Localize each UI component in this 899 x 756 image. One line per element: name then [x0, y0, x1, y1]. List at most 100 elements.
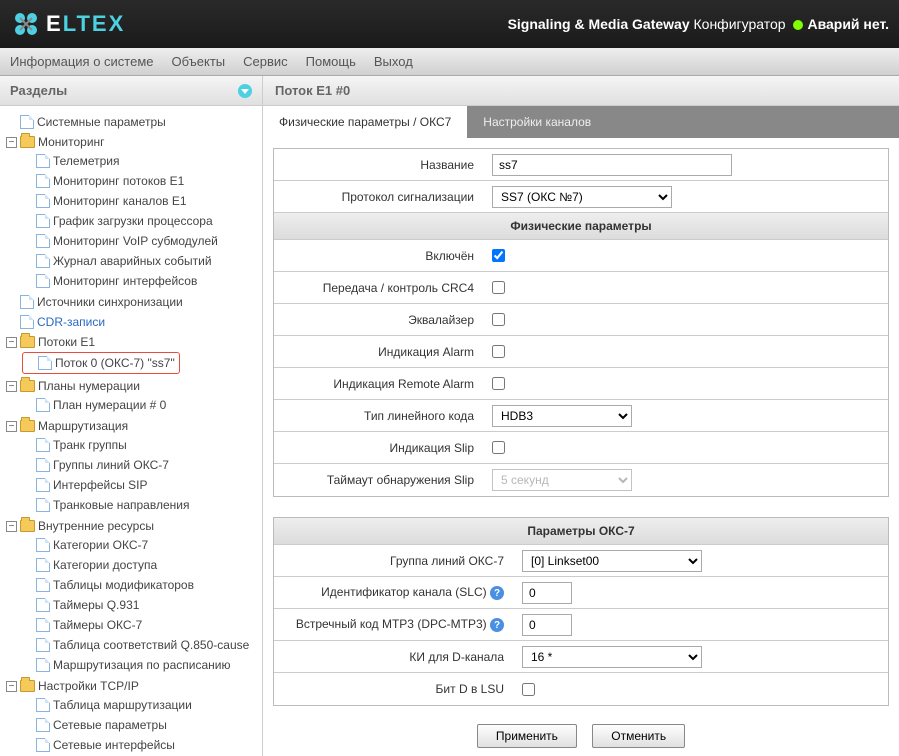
tab-physical[interactable]: Физические параметры / ОКС7 [263, 106, 467, 138]
folder-icon [20, 520, 35, 532]
select-protocol[interactable]: SS7 (ОКС №7) [492, 186, 672, 208]
collapse-toggle-icon[interactable]: − [6, 681, 17, 692]
button-row: Применить Отменить [263, 716, 899, 756]
product-subtitle: Конфигуратор [690, 16, 790, 32]
tab-channels[interactable]: Настройки каналов [467, 106, 607, 138]
tree-trunk-groups[interactable]: Транк группы [22, 436, 258, 454]
tree-voip-mon[interactable]: Мониторинг VoIP субмодулей [22, 232, 258, 250]
cancel-button[interactable]: Отменить [592, 724, 685, 748]
file-icon [36, 598, 50, 612]
menubar: Информация о системе Объекты Сервис Помо… [0, 48, 899, 76]
file-icon [36, 398, 50, 412]
tree-internal-res[interactable]: −Внутренние ресурсы [6, 517, 258, 535]
menu-help[interactable]: Помощь [306, 54, 356, 69]
checkbox-bit-d[interactable] [522, 683, 535, 696]
tree-cpu-chart[interactable]: График загрузки процессора [22, 212, 258, 230]
tree-trunk-dirs[interactable]: Транковые направления [22, 496, 258, 514]
tree-net-ifaces[interactable]: Сетевые интерфейсы [22, 736, 258, 754]
tree-sync-sources[interactable]: Источники синхронизации [6, 293, 258, 311]
status-text: Аварий нет. [807, 16, 889, 32]
tree-oks7-timers[interactable]: Таймеры ОКС-7 [22, 616, 258, 634]
file-icon [36, 438, 50, 452]
file-icon [36, 578, 50, 592]
file-icon [36, 154, 50, 168]
tree-access-cat[interactable]: Категории доступа [22, 556, 258, 574]
tree-iface-mon[interactable]: Мониторинг интерфейсов [22, 272, 258, 290]
label-slc: Идентификатор канала (SLC) ? [274, 579, 514, 607]
general-panel: Название Протокол сигнализации SS7 (ОКС … [273, 148, 889, 497]
select-linecode[interactable]: HDB3 [492, 405, 632, 427]
file-icon [36, 458, 50, 472]
collapse-toggle-icon[interactable]: − [6, 337, 17, 348]
file-icon [36, 214, 50, 228]
logo-text-ltex: LTEX [63, 11, 126, 36]
collapse-icon[interactable] [238, 84, 252, 98]
help-icon[interactable]: ? [490, 618, 504, 632]
section-oks7: Параметры ОКС-7 [274, 518, 888, 545]
tree-dial-plan-0[interactable]: План нумерации # 0 [22, 396, 258, 414]
input-name[interactable] [492, 154, 732, 176]
tree-sip-ifaces[interactable]: Интерфейсы SIP [22, 476, 258, 494]
tree-alarm-log[interactable]: Журнал аварийных событий [22, 252, 258, 270]
tree-route-table[interactable]: Таблица маршрутизации [22, 696, 258, 714]
tree-oks7-linksets[interactable]: Группы линий ОКС-7 [22, 456, 258, 474]
tree-monitoring[interactable]: −Мониторинг [6, 133, 258, 151]
sidebar: Разделы Системные параметры − Мониторинг … [0, 76, 263, 756]
file-icon [36, 174, 50, 188]
file-icon [36, 234, 50, 248]
file-icon [36, 254, 50, 268]
section-physical: Физические параметры [274, 213, 888, 240]
file-icon [36, 698, 50, 712]
sidebar-title: Разделы [10, 83, 67, 98]
checkbox-equalizer[interactable] [492, 313, 505, 326]
collapse-toggle-icon[interactable]: − [6, 137, 17, 148]
input-dpc[interactable] [522, 614, 572, 636]
menu-info[interactable]: Информация о системе [10, 54, 154, 69]
tree-mod-tables[interactable]: Таблицы модификаторов [22, 576, 258, 594]
logo: ELTEX [10, 8, 125, 40]
checkbox-slip[interactable] [492, 441, 505, 454]
file-icon [38, 356, 52, 370]
tree-routing[interactable]: −Маршрутизация [6, 417, 258, 435]
select-d-channel[interactable]: 16 * [522, 646, 702, 668]
label-enabled: Включён [274, 243, 484, 269]
menu-objects[interactable]: Объекты [172, 54, 226, 69]
tree-telemetry[interactable]: Телеметрия [22, 152, 258, 170]
file-icon [36, 658, 50, 672]
select-slip-timeout: 5 секунд [492, 469, 632, 491]
tree-e1-stream-0[interactable]: Поток 0 (ОКС-7) "ss7" [22, 352, 180, 374]
collapse-toggle-icon[interactable]: − [6, 521, 17, 532]
tree-net-params[interactable]: Сетевые параметры [22, 716, 258, 734]
tree-tcpip[interactable]: −Настройки TCP/IP [6, 677, 258, 695]
help-icon[interactable]: ? [490, 586, 504, 600]
label-dpc: Встречный код MTP3 (DPC-MTP3) ? [274, 611, 514, 639]
checkbox-remote-alarm[interactable] [492, 377, 505, 390]
label-slip: Индикация Slip [274, 435, 484, 461]
tree-dial-plans[interactable]: −Планы нумерации [6, 377, 258, 395]
tree-q931-timers[interactable]: Таймеры Q.931 [22, 596, 258, 614]
tree-mon-e1-channels[interactable]: Мониторинг каналов E1 [22, 192, 258, 210]
tree-q850-table[interactable]: Таблица соответствий Q.850-cause [22, 636, 258, 654]
collapse-toggle-icon[interactable]: − [6, 421, 17, 432]
input-slc[interactable] [522, 582, 572, 604]
tree-sched-routing[interactable]: Маршрутизация по расписанию [22, 656, 258, 674]
apply-button[interactable]: Применить [477, 724, 577, 748]
select-linkset[interactable]: [0] Linkset00 [522, 550, 702, 572]
file-icon [36, 478, 50, 492]
menu-exit[interactable]: Выход [374, 54, 413, 69]
checkbox-enabled[interactable] [492, 249, 505, 262]
logo-icon [10, 8, 42, 40]
checkbox-crc4[interactable] [492, 281, 505, 294]
label-bit-d: Бит D в LSU [274, 676, 514, 702]
label-d-channel: КИ для D-канала [274, 644, 514, 670]
collapse-toggle-icon[interactable]: − [6, 381, 17, 392]
tree-mon-e1-streams[interactable]: Мониторинг потоков E1 [22, 172, 258, 190]
tree-system-params[interactable]: Системные параметры [6, 113, 258, 131]
tree-cdr[interactable]: CDR-записи [6, 313, 258, 331]
tree-oks7-cat[interactable]: Категории ОКС-7 [22, 536, 258, 554]
checkbox-alarm[interactable] [492, 345, 505, 358]
tabs: Физические параметры / ОКС7 Настройки ка… [263, 106, 899, 138]
menu-service[interactable]: Сервис [243, 54, 288, 69]
tree-e1-streams[interactable]: −Потоки E1 [6, 333, 258, 351]
label-linecode: Тип линейного кода [274, 403, 484, 429]
